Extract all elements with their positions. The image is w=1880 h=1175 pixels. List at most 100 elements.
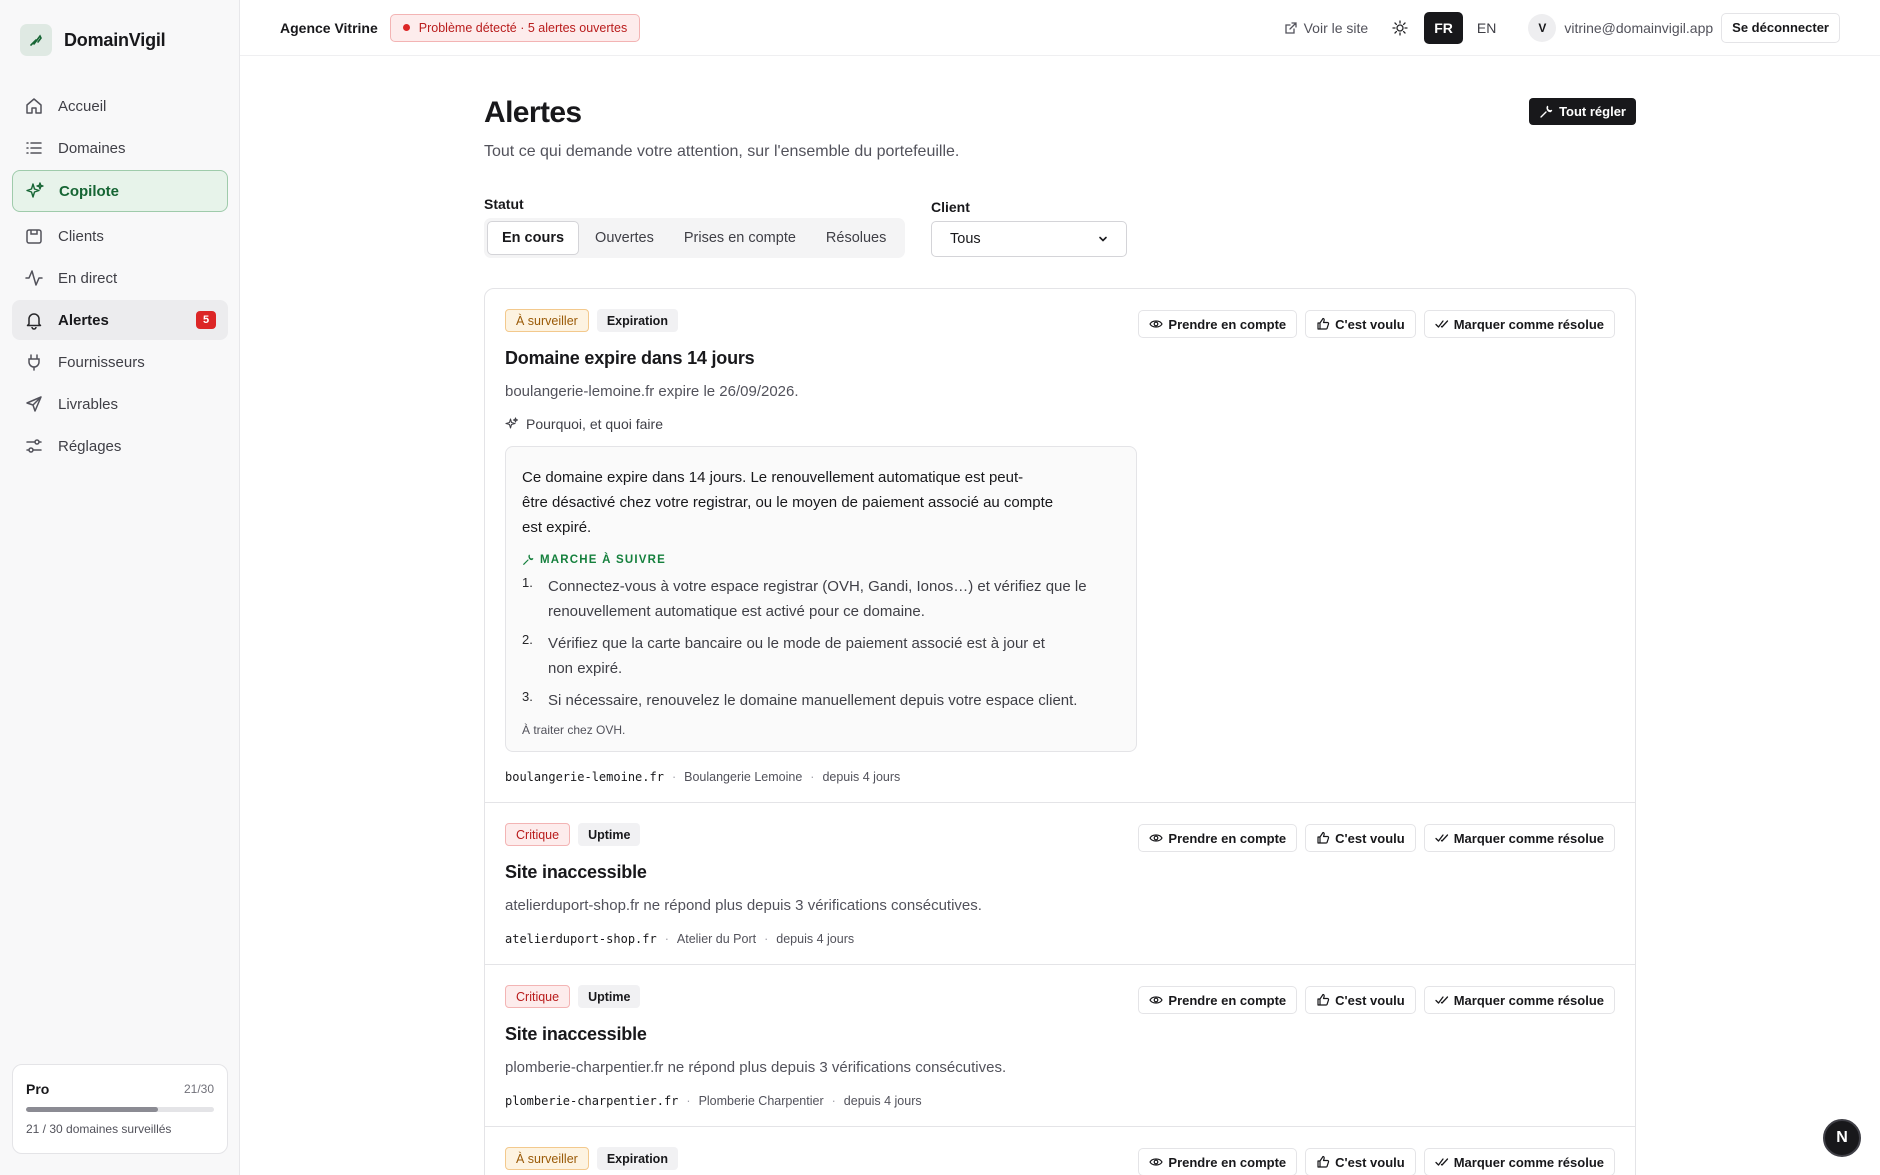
alert-item: À surveiller Expiration Prendre en compt… — [485, 1127, 1635, 1175]
sidebar: DomainVigil Accueil Domaines Copilote Cl… — [0, 0, 240, 1175]
thumbs-up-icon — [1317, 993, 1330, 1006]
intended-button[interactable]: C'est voulu — [1305, 310, 1416, 338]
clients-icon — [26, 229, 42, 244]
sidebar-item-livrables[interactable]: Livrables — [12, 384, 228, 424]
sidebar-item-reglages[interactable]: Réglages — [12, 426, 228, 466]
acknowledge-button[interactable]: Prendre en compte — [1138, 1148, 1298, 1175]
explanation-text: Ce domaine expire dans 14 jours. Le reno… — [522, 465, 1120, 540]
eye-icon — [1149, 834, 1164, 842]
lang-fr-button[interactable]: FR — [1424, 11, 1463, 44]
lang-en-button[interactable]: EN — [1467, 12, 1506, 44]
alerts-count-badge: 5 — [196, 311, 216, 329]
severity-badge: Critique — [505, 985, 571, 1008]
agency-name: Agence Vitrine — [280, 19, 378, 36]
tab-resolues[interactable]: Résolues — [812, 221, 900, 255]
fix-all-label: Tout régler — [1559, 104, 1626, 119]
double-check-icon — [1435, 1158, 1448, 1166]
resolve-button[interactable]: Marquer comme résolue — [1423, 1148, 1615, 1175]
alert-item: À surveiller Expiration Prendre en compt… — [485, 289, 1635, 803]
plug-icon — [28, 354, 40, 371]
chevron-down-icon — [1099, 236, 1107, 242]
tab-prises-en-compte[interactable]: Prises en compte — [670, 221, 810, 255]
step-line: Si nécessaire, renouvelez le domaine man… — [548, 692, 1078, 709]
why-toggle[interactable]: Pourquoi, et quoi faire — [505, 416, 1615, 432]
sidebar-item-label: Réglages — [58, 437, 122, 455]
sidebar-item-domaines[interactable]: Domaines — [12, 128, 228, 168]
client-filter-label: Client — [931, 199, 970, 215]
step-line: Connectez-vous à votre espace registrar … — [548, 578, 1087, 595]
wrench-icon — [1540, 105, 1553, 118]
resolve-label: Marquer comme résolue — [1453, 830, 1604, 846]
sidebar-item-clients[interactable]: Clients — [12, 216, 228, 256]
acknowledge-label: Prendre en compte — [1168, 992, 1287, 1008]
explanation-line: est expiré. — [522, 519, 592, 536]
intended-button[interactable]: C'est voulu — [1305, 824, 1416, 852]
step-line: renouvellement automatique est activé po… — [548, 603, 925, 620]
send-icon — [26, 396, 42, 412]
intended-label: C'est voulu — [1335, 992, 1405, 1008]
category-badge: Expiration — [596, 309, 678, 332]
eye-icon — [1149, 320, 1164, 328]
sidebar-item-label: Domaines — [58, 139, 126, 157]
double-check-icon — [1435, 834, 1448, 842]
fix-all-button[interactable]: Tout régler — [1529, 98, 1636, 125]
step-item: 3. Si nécessaire, renouvelez le domaine … — [522, 688, 1120, 713]
bell-icon — [26, 313, 42, 330]
tab-ouvertes[interactable]: Ouvertes — [581, 221, 668, 255]
severity-badge: À surveiller — [505, 1147, 589, 1170]
avatar[interactable]: V — [1528, 13, 1557, 42]
category-badge: Uptime — [578, 985, 641, 1008]
theme-toggle-sun-icon[interactable] — [1390, 18, 1410, 38]
resolve-label: Marquer comme résolue — [1453, 992, 1604, 1008]
alert-client: Atelier du Port — [676, 932, 757, 946]
intended-label: C'est voulu — [1335, 1154, 1405, 1170]
user-email: vitrine@domainvigil.app — [1564, 19, 1714, 36]
resolve-button[interactable]: Marquer comme résolue — [1423, 310, 1615, 338]
explanation-line: Ce domaine expire dans 14 jours. Le reno… — [522, 469, 1024, 486]
sidebar-item-copilote[interactable]: Copilote — [12, 170, 228, 212]
plan-card: Pro 21/30 21 / 30 domaines surveillés — [12, 1064, 228, 1154]
sidebar-item-accueil[interactable]: Accueil — [12, 86, 228, 126]
alert-domain[interactable]: boulangerie-lemoine.fr — [505, 770, 664, 784]
resolve-label: Marquer comme résolue — [1453, 1154, 1604, 1170]
alert-title: Site inaccessible — [505, 1024, 647, 1044]
external-link-icon — [1284, 21, 1297, 34]
logout-button[interactable]: Se déconnecter — [1721, 12, 1840, 43]
explanation-line: être désactivé chez votre registrar, ou … — [522, 494, 1054, 511]
sidebar-item-en-direct[interactable]: En direct — [12, 258, 228, 298]
intended-label: C'est voulu — [1335, 316, 1405, 332]
sidebar-item-label: Alertes — [58, 311, 109, 329]
problem-badge[interactable]: Problème détecté · 5 alertes ouvertes — [389, 13, 641, 42]
resolve-button[interactable]: Marquer comme résolue — [1423, 824, 1615, 852]
resolve-label: Marquer comme résolue — [1453, 316, 1604, 332]
view-site-link[interactable]: Voir le site — [1284, 20, 1368, 36]
page-subtitle: Tout ce qui demande votre attention, sur… — [484, 143, 960, 160]
plan-count: 21/30 — [183, 1082, 214, 1096]
sidebar-item-label: Accueil — [58, 97, 107, 115]
alert-since: depuis 4 jours — [843, 1094, 922, 1108]
category-badge: Uptime — [578, 823, 641, 846]
alerts-list: À surveiller Expiration Prendre en compt… — [484, 288, 1636, 1175]
alert-domain[interactable]: plomberie-charpentier.fr — [505, 1094, 678, 1108]
sidebar-item-label: En direct — [58, 269, 118, 287]
wrench-icon — [523, 554, 534, 565]
intended-button[interactable]: C'est voulu — [1305, 1148, 1416, 1175]
intended-button[interactable]: C'est voulu — [1305, 986, 1416, 1014]
alert-description: boulangerie-lemoine.fr expire le 26/09/2… — [505, 383, 799, 400]
alert-domain[interactable]: atelierduport-shop.fr — [505, 932, 657, 946]
acknowledge-button[interactable]: Prendre en compte — [1138, 824, 1298, 852]
sidebar-item-alertes[interactable]: Alertes 5 — [12, 300, 228, 340]
resolve-button[interactable]: Marquer comme résolue — [1423, 986, 1615, 1014]
acknowledge-button[interactable]: Prendre en compte — [1138, 310, 1298, 338]
provider-note: À traiter chez OVH. — [522, 723, 626, 737]
floating-action-button[interactable]: N — [1823, 1119, 1861, 1157]
brand[interactable]: DomainVigil — [20, 24, 166, 56]
acknowledge-button[interactable]: Prendre en compte — [1138, 986, 1298, 1014]
double-check-icon — [1435, 320, 1448, 328]
tab-en-cours[interactable]: En cours — [487, 221, 580, 255]
client-select[interactable]: Tous — [931, 221, 1127, 257]
sidebar-item-fournisseurs[interactable]: Fournisseurs — [12, 342, 228, 382]
status-tabs: En cours Ouvertes Prises en compte Résol… — [484, 218, 906, 258]
status-dot-icon — [402, 24, 410, 31]
plan-progress-fill — [26, 1107, 158, 1112]
